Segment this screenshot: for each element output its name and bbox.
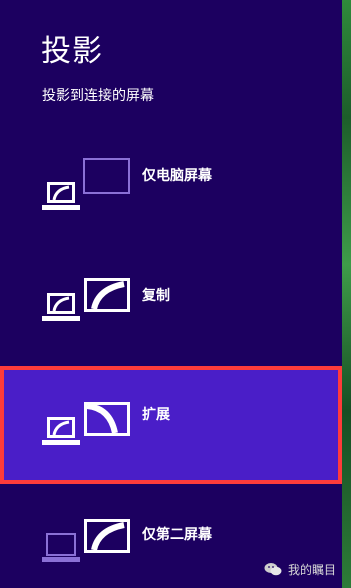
desktop-edge	[342, 0, 351, 588]
project-panel: 投影 投影到连接的屏幕 仅电脑屏幕 复制 扩展 仅第二屏幕 我的瞩目	[0, 0, 351, 588]
option-pc-screen-only-label: 仅电脑屏幕	[142, 168, 212, 184]
page-title: 投影	[41, 34, 103, 69]
page-subtitle: 投影到连接的屏幕	[42, 88, 154, 104]
option-extend-label: 扩展	[142, 407, 170, 423]
option-extend[interactable]: 扩展	[0, 366, 342, 484]
watermark-text: 我的瞩目	[288, 563, 337, 577]
option-second-screen-only-label: 仅第二屏幕	[142, 527, 212, 543]
option-duplicate[interactable]: 复制	[0, 258, 342, 368]
duplicate-icon	[42, 278, 130, 321]
watermark: 我的瞩目	[264, 561, 336, 578]
extend-icon	[42, 402, 130, 445]
second-screen-only-icon	[42, 519, 130, 562]
pc-screen-only-icon	[42, 158, 130, 210]
wechat-icon	[264, 563, 282, 576]
option-pc-screen-only[interactable]: 仅电脑屏幕	[0, 143, 342, 253]
option-duplicate-label: 复制	[142, 288, 170, 304]
